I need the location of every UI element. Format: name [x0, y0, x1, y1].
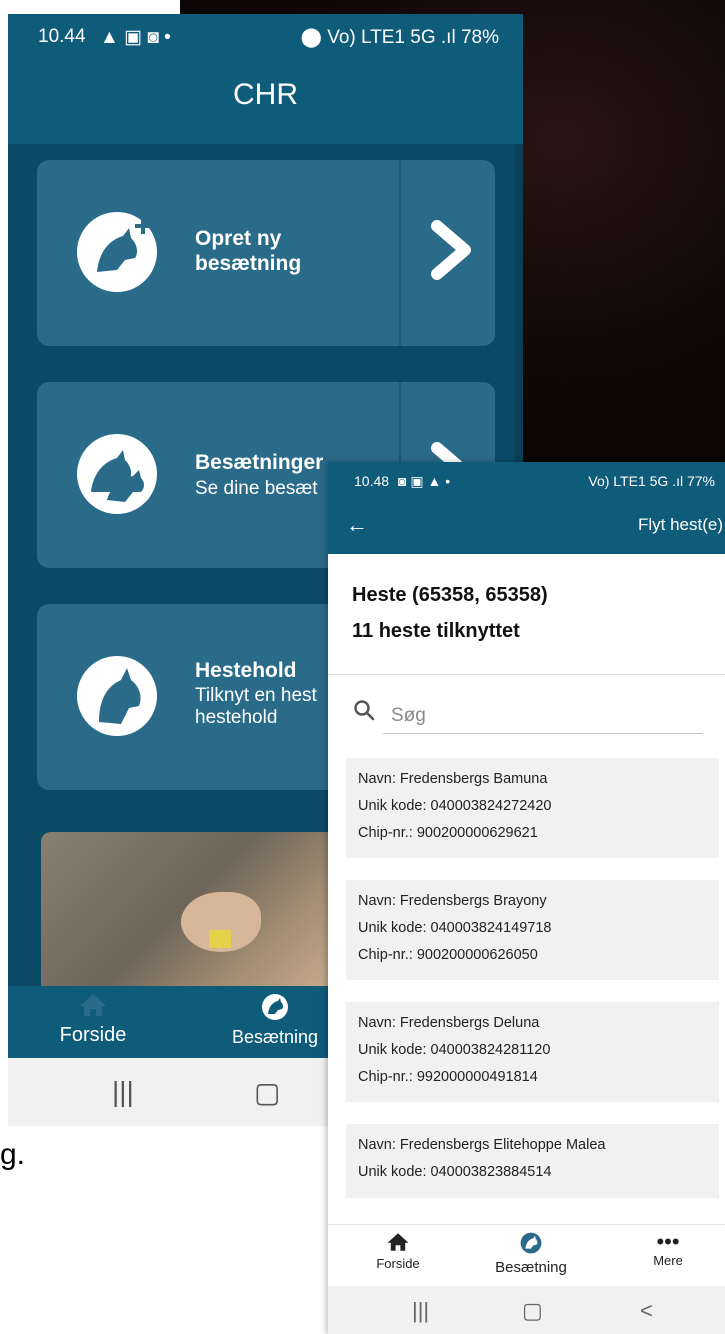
card-create-herd[interactable]: Opret ny besætning	[37, 160, 495, 346]
right-phone-screen: 10.48 ◙ ▣ ▲ • Vo) LTE1 5G .ıl 77% ← Flyt…	[328, 462, 725, 1334]
status-network: Vo) LTE1 5G .ıl 77%	[588, 473, 715, 489]
chevron-right-icon	[431, 220, 471, 280]
horse-chip: Chip-nr.: 900200000626050	[358, 947, 538, 963]
screenshot-collage: 10.44 ▲ ▣ ◙ • ⬤ Vo) LTE1 5G .ıl 78% CHR …	[0, 0, 725, 1334]
card-title-line2: besætning	[195, 252, 302, 275]
home-button[interactable]: ▢	[254, 1076, 280, 1109]
nav-forside[interactable]: Forside	[58, 992, 128, 1047]
status-notification-icons: ◙ ▣ ▲ •	[398, 473, 451, 489]
horse-chip: Chip-nr.: 992000000491814	[358, 1069, 538, 1085]
horse-chip: Chip-nr.: 900200000629621	[358, 825, 538, 841]
system-nav-bar: ||| ▢ <	[328, 1286, 725, 1334]
horse-count: 11 heste tilknyttet	[352, 620, 520, 642]
herd-heading: Heste (65358, 65358)	[352, 584, 548, 606]
home-icon	[80, 994, 106, 1016]
card-title: Besætninger	[195, 451, 324, 474]
page-title: CHR	[233, 78, 298, 111]
status-notification-icons: ▲ ▣ ◙ •	[100, 27, 171, 48]
divider	[328, 674, 725, 675]
horse-list-item[interactable]: Navn: Fredensbergs Deluna Unik kode: 040…	[346, 1002, 719, 1102]
nav-forside[interactable]: Forside	[368, 1231, 428, 1271]
nav-label: Mere	[653, 1253, 683, 1268]
search-input[interactable]	[383, 698, 703, 734]
horse-code: Unik kode: 040003824272420	[358, 798, 552, 814]
bottom-nav: Forside Besætning ••• Mere	[328, 1224, 725, 1286]
card-subtitle: Tilknyt en hest	[195, 685, 317, 706]
nav-besaetning[interactable]: Besætning	[220, 992, 330, 1048]
recent-apps-button[interactable]: |||	[112, 1076, 134, 1108]
status-bar: 10.48 ◙ ▣ ▲ • Vo) LTE1 5G .ıl 77%	[328, 462, 725, 498]
horse-plus-icon	[77, 212, 157, 292]
horse-code: Unik kode: 040003823884514	[358, 1164, 552, 1180]
nav-label: Forside	[59, 1024, 127, 1046]
nav-label: Besætning	[231, 1027, 319, 1047]
card-title: Hestehold	[195, 659, 297, 682]
horse-list-item[interactable]: Navn: Fredensbergs Bamuna Unik kode: 040…	[346, 758, 719, 858]
herd-icon	[262, 994, 288, 1020]
horse-list-item[interactable]: Navn: Fredensbergs Brayony Unik kode: 04…	[346, 880, 719, 980]
nav-mere[interactable]: ••• Mere	[638, 1229, 698, 1269]
card-subtitle-line2: hestehold	[195, 707, 278, 728]
more-icon: •••	[656, 1229, 680, 1254]
nav-label: Forside	[376, 1256, 420, 1271]
status-network: Vo) LTE1 5G .ıl 78%	[327, 27, 499, 48]
status-indicators: ⬤ Vo) LTE1 5G .ıl 78%	[301, 26, 499, 49]
card-title: Opret ny	[195, 227, 282, 250]
nav-label: Besætning	[495, 1259, 567, 1276]
status-time: 10.48	[354, 473, 390, 489]
horse-name: Navn: Fredensbergs Bamuna	[358, 771, 548, 787]
card-subtitle: Se dine besæt	[195, 478, 318, 499]
herd-icon	[520, 1232, 542, 1254]
white-strip	[0, 0, 180, 14]
recent-apps-button[interactable]: |||	[412, 1298, 429, 1324]
back-button[interactable]: <	[640, 1298, 653, 1324]
app-header: CHR	[8, 58, 523, 144]
horse-head-icon	[77, 656, 157, 736]
move-horses-button[interactable]: Flyt hest(e)	[638, 515, 723, 535]
horse-herd-icon	[77, 434, 157, 514]
nav-besaetning[interactable]: Besætning	[486, 1231, 576, 1276]
horse-name: Navn: Fredensbergs Deluna	[358, 1015, 540, 1031]
home-button[interactable]: ▢	[522, 1298, 543, 1324]
status-time: 10.44	[38, 26, 86, 47]
back-arrow-icon[interactable]: ←	[346, 512, 368, 538]
app-bar: ← Flyt hest(e)	[328, 498, 725, 554]
caption-fragment: g.	[0, 1138, 26, 1171]
horse-code: Unik kode: 040003824149718	[358, 920, 552, 936]
status-bar: 10.44 ▲ ▣ ◙ • ⬤ Vo) LTE1 5G .ıl 78%	[8, 14, 523, 58]
horse-name: Navn: Fredensbergs Brayony	[358, 893, 547, 909]
horse-name: Navn: Fredensbergs Elitehoppe Malea	[358, 1137, 606, 1153]
horse-list-item[interactable]: Navn: Fredensbergs Elitehoppe Malea Unik…	[346, 1124, 719, 1198]
horse-code: Unik kode: 040003824281120	[358, 1042, 551, 1058]
home-icon	[387, 1233, 409, 1251]
search-icon	[354, 700, 375, 721]
location-icon: ⬤	[300, 27, 322, 48]
ear-tag	[209, 930, 231, 948]
card-arrow-area[interactable]	[399, 160, 495, 346]
